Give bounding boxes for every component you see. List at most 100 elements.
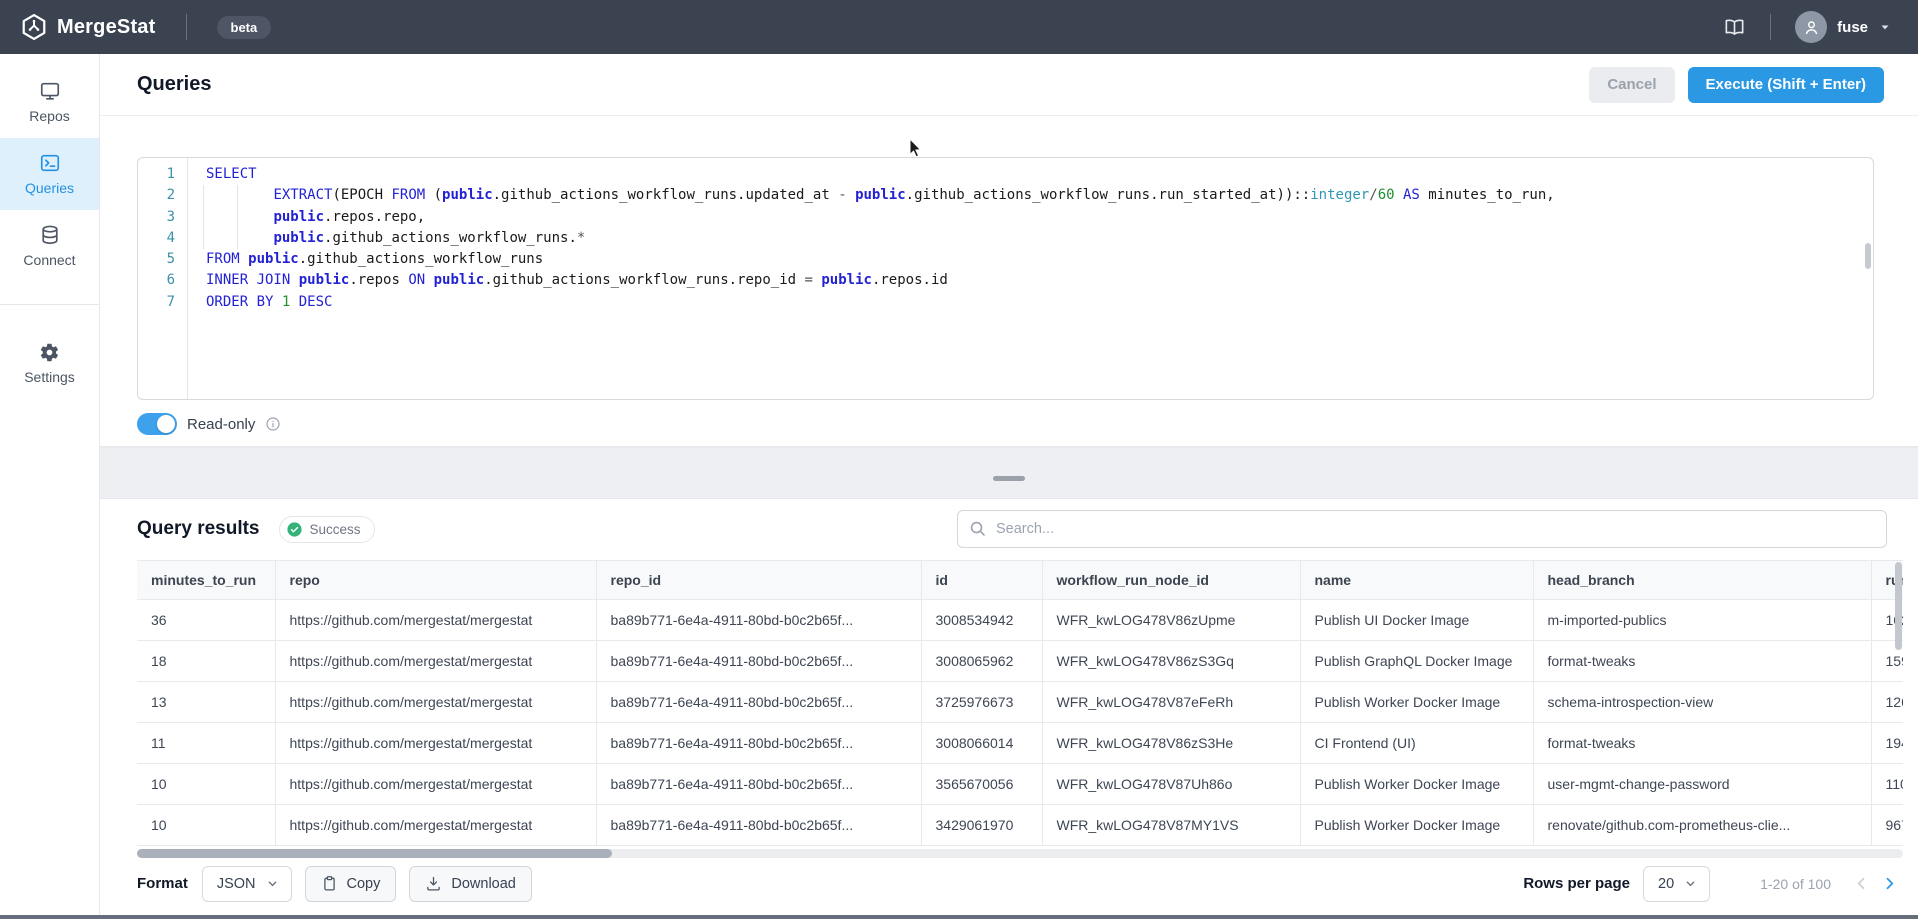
sidebar-item-settings[interactable]: Settings: [0, 327, 99, 399]
results-footer: Format JSON Copy Download Rows per page: [100, 858, 1918, 915]
repos-icon: [39, 80, 61, 102]
download-button[interactable]: Download: [409, 866, 532, 902]
main-area: Queries Cancel Execute (Shift + Enter) 1…: [100, 54, 1918, 915]
line-number: 5: [138, 249, 175, 270]
column-header-minutes_to_run[interactable]: minutes_to_run: [137, 561, 275, 600]
table-cell: schema-introspection-view: [1533, 682, 1871, 723]
table-cell: ba89b771-6e4a-4911-80bd-b0c2b65f...: [596, 723, 921, 764]
editor-vertical-scrollbar[interactable]: [1865, 243, 1871, 269]
table-row[interactable]: 10https://github.com/mergestat/mergestat…: [137, 764, 1903, 805]
table-cell: WFR_kwLOG478V86zS3He: [1042, 723, 1300, 764]
brand[interactable]: MergeStat: [20, 13, 156, 41]
readonly-toggle[interactable]: [137, 413, 177, 435]
table-cell: user-mgmt-change-password: [1533, 764, 1871, 805]
table-cell: ba89b771-6e4a-4911-80bd-b0c2b65f...: [596, 641, 921, 682]
column-header-workflow_run_node_id[interactable]: workflow_run_node_id: [1042, 561, 1300, 600]
table-cell: WFR_kwLOG478V87eFeRh: [1042, 682, 1300, 723]
rows-per-page-label: Rows per page: [1523, 875, 1630, 892]
table-vertical-scrollbar[interactable]: [1895, 561, 1903, 845]
previous-page-button[interactable]: [1847, 870, 1875, 898]
column-header-repo_id[interactable]: repo_id: [596, 561, 921, 600]
user-avatar[interactable]: [1795, 11, 1827, 43]
panel-resize-handle[interactable]: [993, 476, 1025, 481]
execute-button[interactable]: Execute (Shift + Enter): [1688, 67, 1884, 103]
column-header-head_branch[interactable]: head_branch: [1533, 561, 1871, 600]
table-row[interactable]: 36https://github.com/mergestat/mergestat…: [137, 600, 1903, 641]
column-header-repo[interactable]: repo: [275, 561, 596, 600]
code-line[interactable]: INNER JOIN public.repos ON public.github…: [206, 270, 1873, 291]
code-line[interactable]: ORDER BY 1 DESC: [206, 292, 1873, 313]
sidebar-item-label: Settings: [24, 369, 75, 385]
table-cell: WFR_kwLOG478V86zUpme: [1042, 600, 1300, 641]
code-line[interactable]: FROM public.github_actions_workflow_runs: [206, 249, 1873, 270]
table-cell: https://github.com/mergestat/mergestat: [275, 641, 596, 682]
format-select[interactable]: JSON: [202, 866, 292, 902]
table-cell: WFR_kwLOG478V87MY1VS: [1042, 805, 1300, 846]
search-input[interactable]: [957, 510, 1887, 548]
toggle-knob: [157, 415, 175, 433]
user-menu-caret-icon[interactable]: [1878, 20, 1892, 34]
cancel-button[interactable]: Cancel: [1589, 67, 1674, 103]
sidebar-item-label: Queries: [25, 180, 74, 196]
connect-icon: [39, 224, 61, 246]
clipboard-icon: [321, 875, 338, 892]
format-select-value: JSON: [217, 876, 256, 892]
table-row[interactable]: 11https://github.com/mergestat/mergestat…: [137, 723, 1903, 764]
line-number: 1: [138, 164, 175, 185]
code-line[interactable]: SELECT: [206, 164, 1873, 185]
table-cell: 18: [137, 641, 275, 682]
status-badge: Success: [279, 516, 375, 543]
readonly-label: Read-only: [187, 416, 255, 433]
download-button-label: Download: [451, 876, 516, 892]
sidebar-divider: [0, 304, 99, 305]
user-name[interactable]: fuse: [1837, 19, 1868, 36]
line-number: 7: [138, 292, 175, 313]
navbar-divider: [186, 14, 187, 40]
column-header-id[interactable]: id: [921, 561, 1042, 600]
docs-book-icon[interactable]: [1723, 16, 1746, 39]
top-navbar: MergeStat beta fuse: [0, 0, 1918, 54]
table-row[interactable]: 10https://github.com/mergestat/mergestat…: [137, 805, 1903, 846]
results-table: minutes_to_runreporepo_ididworkflow_run_…: [137, 560, 1903, 846]
table-cell: Publish UI Docker Image: [1300, 600, 1533, 641]
code-line[interactable]: EXTRACT(EPOCH FROM (public.github_action…: [206, 185, 1873, 206]
pagination-range: 1-20 of 100: [1760, 876, 1831, 892]
next-page-button[interactable]: [1875, 870, 1903, 898]
table-cell: m-imported-publics: [1533, 600, 1871, 641]
table-cell: 36: [137, 600, 275, 641]
table-row[interactable]: 18https://github.com/mergestat/mergestat…: [137, 641, 1903, 682]
sidebar-item-repos[interactable]: Repos: [0, 66, 99, 138]
code-line[interactable]: public.repos.repo,: [206, 207, 1873, 228]
code-line[interactable]: public.github_actions_workflow_runs.*: [206, 228, 1873, 249]
table-cell: 13: [137, 682, 275, 723]
table-hscroll-thumb[interactable]: [137, 849, 612, 858]
table-cell: CI Frontend (UI): [1300, 723, 1533, 764]
table-cell: Publish Worker Docker Image: [1300, 805, 1533, 846]
info-icon[interactable]: [265, 416, 281, 432]
table-cell: WFR_kwLOG478V87Uh86o: [1042, 764, 1300, 805]
table-cell: format-tweaks: [1533, 641, 1871, 682]
column-header-name[interactable]: name: [1300, 561, 1533, 600]
table-header-row: minutes_to_runreporepo_ididworkflow_run_…: [137, 561, 1903, 600]
sidebar-item-connect[interactable]: Connect: [0, 210, 99, 282]
sql-editor[interactable]: 1234567 SELECT EXTRACT(EPOCH FROM (publi…: [137, 157, 1874, 400]
table-cell: 3008065962: [921, 641, 1042, 682]
settings-icon: [39, 342, 60, 363]
results-panel: Query results Success minutes_to_runrepo…: [100, 498, 1918, 915]
table-row[interactable]: 13https://github.com/mergestat/mergestat…: [137, 682, 1903, 723]
format-label: Format: [137, 875, 188, 892]
rows-per-page-select[interactable]: 20: [1643, 866, 1710, 902]
chevron-left-icon: [1852, 874, 1871, 893]
table-horizontal-scrollbar[interactable]: [137, 849, 1903, 858]
table-cell: 10: [137, 764, 275, 805]
page-header: Queries Cancel Execute (Shift + Enter): [100, 54, 1918, 116]
table-cell: 3429061970: [921, 805, 1042, 846]
sidebar-item-queries[interactable]: Queries: [0, 138, 99, 210]
editor-code-area[interactable]: SELECT EXTRACT(EPOCH FROM (public.github…: [188, 158, 1873, 399]
brand-name: MergeStat: [57, 16, 156, 39]
line-number: 6: [138, 270, 175, 291]
table-vscroll-thumb[interactable]: [1895, 562, 1902, 650]
queries-icon: [39, 152, 61, 174]
search-icon: [968, 519, 987, 543]
copy-button[interactable]: Copy: [305, 866, 397, 902]
